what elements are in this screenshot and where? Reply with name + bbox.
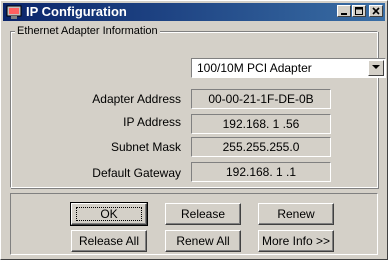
chevron-down-icon (372, 65, 380, 69)
minimize-icon (341, 13, 347, 15)
subnet-mask-value: 255.255.255.0 (191, 137, 331, 157)
adapter-select-value: 100/10M PCI Adapter (197, 61, 312, 75)
minimize-button[interactable] (337, 5, 351, 17)
renew-button-label: Renew (277, 207, 315, 221)
subnet-mask-label: Subnet Mask (110, 140, 181, 154)
close-button[interactable] (369, 5, 383, 17)
renew-all-button[interactable]: Renew All (165, 230, 241, 252)
window-title: IP Configuration (26, 4, 127, 19)
renew-all-button-label: Renew All (176, 234, 230, 248)
focus-rectangle (76, 207, 142, 221)
more-info-button[interactable]: More Info >> (258, 230, 334, 252)
default-gateway-label: Default Gateway (92, 166, 181, 180)
ok-button[interactable]: OK (70, 202, 148, 226)
dropdown-button[interactable] (368, 60, 384, 76)
adapter-address-value: 00-00-21-1F-DE-0B (191, 89, 331, 109)
maximize-icon (355, 7, 363, 15)
release-all-button-label: Release All (78, 234, 140, 248)
close-icon (372, 7, 380, 15)
adapter-address-label: Adapter Address (92, 92, 181, 106)
release-button-label: Release (180, 207, 226, 221)
ip-configuration-window: IP Configuration Ethernet Adapter Inform… (0, 0, 388, 260)
ip-address-label: IP Address (123, 115, 181, 129)
release-button[interactable]: Release (165, 203, 241, 225)
renew-button[interactable]: Renew (258, 203, 334, 225)
network-config-icon (6, 4, 22, 20)
more-info-button-label: More Info >> (261, 234, 331, 248)
release-all-button[interactable]: Release All (71, 230, 147, 252)
group-legend: Ethernet Adapter Information (15, 24, 160, 38)
ip-address-value: 192.168. 1 .56 (191, 114, 331, 134)
adapter-select[interactable]: 100/10M PCI Adapter (191, 58, 386, 78)
maximize-button[interactable] (352, 5, 366, 17)
default-gateway-value: 192.168. 1 .1 (191, 162, 331, 182)
title-bar[interactable]: IP Configuration (3, 3, 385, 21)
